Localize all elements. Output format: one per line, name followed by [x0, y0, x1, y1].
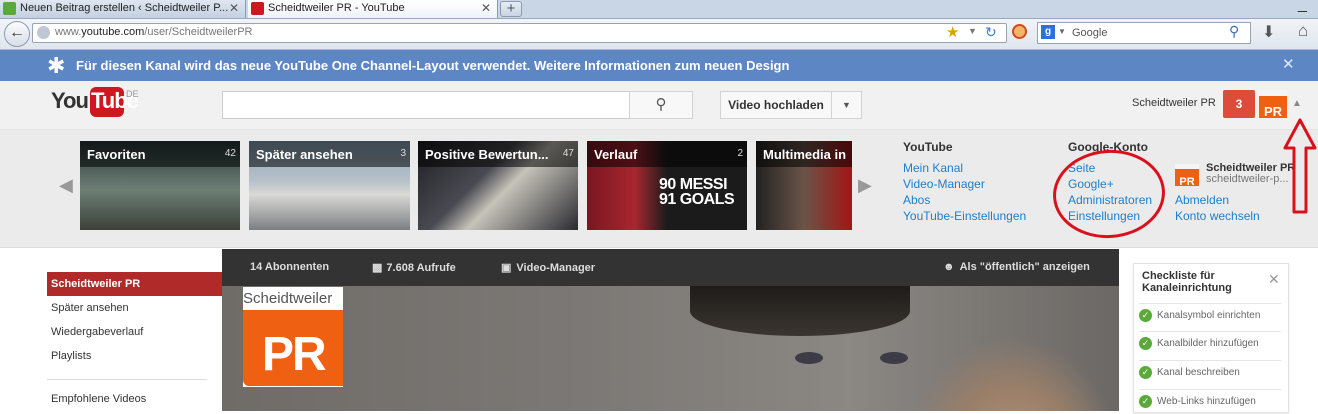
thumbnail-label: Später ansehen	[256, 147, 353, 162]
google-engine-icon[interactable]: g	[1041, 25, 1055, 39]
tab-close-icon[interactable]: ✕	[481, 0, 491, 16]
upload-video-button[interactable]: Video hochladen	[720, 91, 832, 119]
sidebar-item-recommended[interactable]: Empfohlene Videos	[47, 387, 226, 411]
browser-search-field[interactable]	[1037, 22, 1251, 44]
sidebar-item-history[interactable]: Wiedergabeverlauf	[47, 320, 222, 344]
thumbnail-history[interactable]: Verlauf 2 90 MESSI 91 GOALS	[587, 141, 747, 230]
banner-text[interactable]: Für diesen Kanal wird das neue YouTube O…	[76, 58, 789, 73]
back-button[interactable]: ←	[4, 21, 30, 47]
banner-close-icon[interactable]: ✕	[1282, 55, 1295, 73]
browser-search-placeholder: Google	[1072, 27, 1108, 39]
sidebar-item-channel[interactable]: Scheidtweiler PR	[47, 272, 222, 296]
thumbnail-favorites[interactable]: Favoriten 42	[80, 141, 240, 230]
channel-icon-pr: PR	[262, 328, 327, 381]
check-icon: ✓	[1139, 365, 1152, 379]
video-manager-link[interactable]: ▣ Video-Manager	[501, 261, 595, 274]
search-icon: ⚲	[655, 96, 667, 113]
youtube-links-heading: YouTube	[903, 140, 953, 154]
wordpress-tab-favicon-icon	[3, 2, 16, 15]
new-tab-button[interactable]: +	[500, 1, 522, 17]
sidebar-item-playlists[interactable]: Playlists	[47, 344, 222, 368]
downloads-icon[interactable]: ⬇	[1262, 22, 1275, 42]
thumbnail-label: Verlauf	[594, 147, 638, 162]
link-youtube-settings[interactable]: YouTube-Einstellungen	[903, 209, 1026, 223]
thumbnail-count: 2	[737, 148, 743, 159]
channel-sidebar: Scheidtweiler PR Später ansehen Wiederga…	[47, 272, 222, 368]
browser-tab-youtube[interactable]: Scheidtweiler PR - YouTube ✕	[248, 0, 498, 18]
youtube-tab-favicon-icon	[251, 2, 264, 15]
subscriber-count[interactable]: 14 Abonnenten	[250, 261, 329, 273]
channel-icon-name: Scheidtweiler	[243, 290, 333, 307]
thumbnail-label: Multimedia in	[763, 147, 847, 162]
thumbnail-label: Favoriten	[87, 147, 146, 162]
profile-id: scheidtweiler-p...	[1206, 173, 1289, 185]
url-history-dropdown-icon[interactable]: ▼	[968, 26, 977, 36]
thumbnail-multimedia[interactable]: Multimedia in	[756, 141, 852, 230]
addon-block-icon[interactable]	[1012, 24, 1027, 39]
checklist-item[interactable]: ✓ Web-Links hinzufügen	[1139, 389, 1281, 414]
thumbnail-watch-later[interactable]: Später ansehen 3	[249, 141, 410, 230]
youtube-search-button[interactable]: ⚲	[629, 91, 693, 119]
check-icon: ✓	[1139, 394, 1152, 408]
thumbnail-liked[interactable]: Positive Bewertun... 47	[418, 141, 578, 230]
view-as-public-link[interactable]: ☻ Als "öffentlich" anzeigen	[943, 261, 1090, 273]
checklist-item[interactable]: ✓ Kanalsymbol einrichten	[1139, 303, 1281, 328]
thumbnail-count: 3	[400, 148, 406, 159]
notification-badge[interactable]: 3	[1223, 90, 1255, 118]
sidebar-divider	[47, 379, 207, 380]
link-my-channel[interactable]: Mein Kanal	[903, 161, 963, 175]
bookmark-star-icon[interactable]: ★	[946, 23, 959, 41]
check-icon: ✓	[1139, 336, 1152, 350]
checklist-item[interactable]: ✓ Kanal beschreiben	[1139, 360, 1281, 385]
channel-art-eye	[880, 352, 908, 364]
search-engine-dropdown-icon[interactable]: ▼	[1058, 27, 1066, 36]
thumbnail-label: Positive Bewertun...	[425, 147, 549, 162]
home-icon[interactable]: ⌂	[1298, 21, 1308, 41]
channel-art-hair	[690, 286, 910, 336]
check-icon: ✓	[1139, 308, 1152, 322]
browser-tab-wordpress[interactable]: Neuen Beitrag erstellen ‹ Scheidtweiler …	[0, 0, 246, 18]
youtube-logo-you[interactable]: You	[51, 88, 89, 114]
window-minimize-icon[interactable]: _	[1298, 0, 1307, 14]
browser-search-icon[interactable]: ⚲	[1229, 23, 1239, 40]
site-identity-icon[interactable]	[37, 26, 50, 39]
channel-art[interactable]	[222, 286, 1119, 411]
reload-icon[interactable]: ↻	[985, 24, 997, 41]
thumbnail-count: 42	[224, 148, 236, 159]
collapse-guide-icon[interactable]: ▲	[1292, 98, 1302, 109]
sidebar-item-watch-later[interactable]: Später ansehen	[47, 296, 222, 320]
link-video-manager[interactable]: Video-Manager	[903, 177, 985, 191]
checklist-title: Checkliste für Kanaleinrichtung	[1142, 270, 1232, 294]
youtube-search-input[interactable]	[222, 91, 630, 119]
upload-dropdown-button[interactable]: ▼	[831, 91, 862, 119]
account-avatar[interactable]: PR	[1259, 90, 1287, 119]
chevron-down-icon: ▼	[842, 100, 851, 110]
link-switch-account[interactable]: Konto wechseln	[1175, 209, 1260, 223]
thumbnail-count: 47	[562, 148, 574, 159]
film-icon: ▣	[501, 262, 512, 274]
tab-label: Neuen Beitrag erstellen ‹ Scheidtweiler …	[20, 2, 229, 14]
header-username[interactable]: Scheidtweiler PR	[1132, 97, 1216, 109]
url-text[interactable]: www.youtube.com/user/ScheidtweilerPR	[55, 26, 252, 38]
carousel-left-icon[interactable]: ◀	[59, 175, 73, 196]
banner-star-icon: ✱	[47, 53, 66, 78]
view-count[interactable]: ▩ 7.608 Aufrufe	[372, 261, 456, 274]
link-subscriptions[interactable]: Abos	[903, 193, 930, 207]
thumbnail-overlay-text: 90 MESSI 91 GOALS	[659, 176, 735, 208]
tab-close-icon[interactable]: ✕	[229, 0, 239, 16]
checklist-close-icon[interactable]: ✕	[1268, 271, 1280, 288]
tab-label: Scheidtweiler PR - YouTube	[268, 2, 405, 14]
annotation-up-arrow-icon	[1283, 118, 1317, 214]
channel-art-eye	[795, 352, 823, 364]
carousel-right-icon[interactable]: ▶	[858, 175, 872, 196]
bar-chart-icon: ▩	[372, 262, 383, 274]
youtube-logo-region: DE	[126, 89, 139, 99]
link-sign-out[interactable]: Abmelden	[1175, 193, 1229, 207]
people-icon: ☻	[943, 261, 955, 273]
profile-avatar[interactable]: PR	[1175, 164, 1199, 188]
checklist-item[interactable]: ✓ Kanalbilder hinzufügen	[1139, 331, 1281, 356]
